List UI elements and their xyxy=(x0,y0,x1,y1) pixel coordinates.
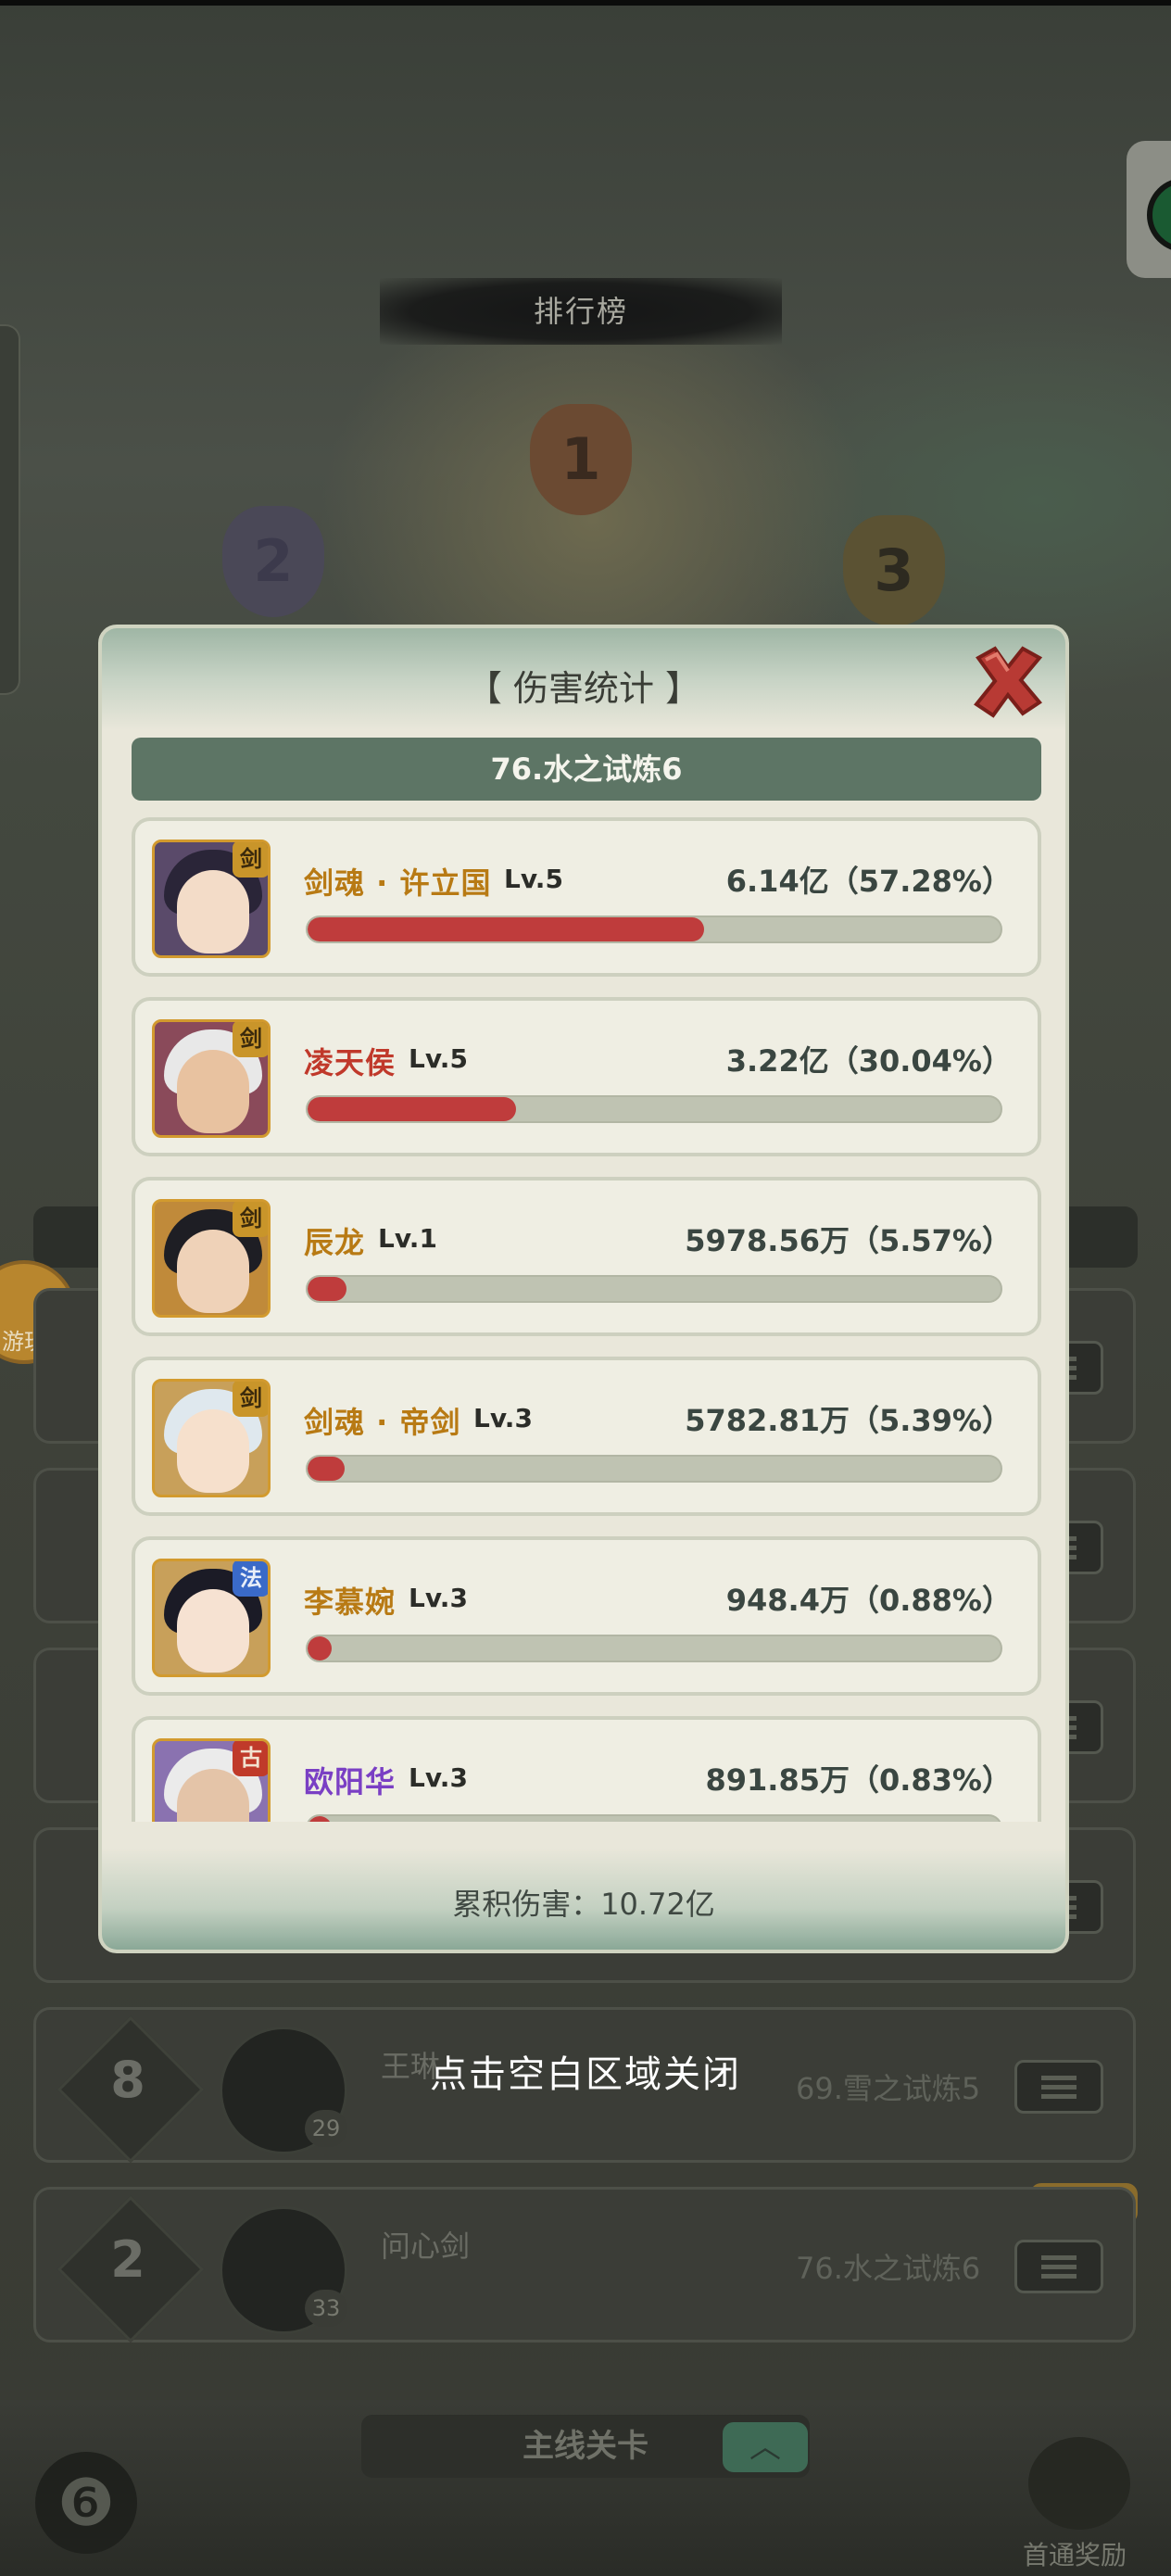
corner-menu-icon xyxy=(1147,178,1171,252)
damage-progress-fill xyxy=(308,1097,516,1121)
total-damage: 累积伤害：10.72亿 xyxy=(452,1887,715,1922)
damage-value: 6.14亿（57.28%） xyxy=(725,864,1012,899)
damage-value: 5978.56万（5.57%） xyxy=(685,1223,1012,1258)
hero-class-badge: 剑 xyxy=(233,1202,268,1237)
damage-progress-bar xyxy=(306,1455,1002,1483)
damage-progress-fill xyxy=(308,1636,333,1661)
row-detail-button[interactable] xyxy=(1014,2240,1103,2293)
top-edge xyxy=(0,0,1171,6)
hero-face xyxy=(177,1409,249,1493)
hero-face xyxy=(177,1050,249,1133)
player-stage: 76.水之试炼6 xyxy=(796,2251,981,2286)
hero-portrait[interactable]: 法 xyxy=(152,1559,271,1677)
bottom-bar: ❻ 主线关卡 ︿ 首通奖励 xyxy=(0,2400,1171,2576)
hero-class-badge: 剑 xyxy=(233,1382,268,1417)
hero-class-badge: 古 xyxy=(233,1741,268,1776)
left-side-panel xyxy=(0,324,20,695)
hero-class-badge: 法 xyxy=(233,1561,268,1597)
hero-name: 李慕婉 xyxy=(304,1585,397,1620)
hero-name: 辰龙 xyxy=(304,1225,366,1260)
leaderboard-title: 排行榜 xyxy=(380,278,782,345)
hero-level: Lv.5 xyxy=(504,864,563,894)
damage-progress-bar xyxy=(306,1635,1002,1662)
stage-banner: 76.水之试炼6 xyxy=(132,738,1041,801)
damage-progress-fill xyxy=(308,1816,333,1822)
hero-face xyxy=(177,870,249,953)
damage-progress-bar xyxy=(306,1095,1002,1123)
expand-up-button[interactable]: ︿ xyxy=(723,2422,808,2472)
first-clear-reward-label[interactable]: 首通奖励 xyxy=(1023,2535,1127,2572)
damage-progress-fill xyxy=(308,917,705,941)
damage-row: 剑剑魂 · 许立国 Lv.5 6.14亿（57.28%） xyxy=(132,817,1041,977)
damage-row: 剑剑魂 · 帝剑 Lv.3 5782.81万（5.39%） xyxy=(132,1357,1041,1516)
damage-progress-bar xyxy=(306,915,1002,943)
hero-class-badge: 剑 xyxy=(233,1022,268,1057)
hero-level: Lv.1 xyxy=(378,1223,437,1254)
damage-list[interactable]: 剑剑魂 · 许立国 Lv.5 6.14亿（57.28%）剑凌天侯 Lv.5 3.22亿（… xyxy=(132,817,1043,1822)
reward-fox-icon[interactable] xyxy=(1028,2437,1130,2530)
damage-row: 法李慕婉 Lv.3 948.4万（0.88%） xyxy=(132,1536,1041,1696)
hero-face xyxy=(177,1589,249,1673)
medal-first: 1 xyxy=(530,404,632,515)
dialog-title: 【 伤害统计 】 xyxy=(466,668,701,709)
rank-number: 2 xyxy=(110,2230,145,2289)
player-level: 29 xyxy=(305,2110,347,2147)
table-row-self: 2 33 问心剑 76.水之试炼6 xyxy=(33,2187,1136,2343)
damage-progress-bar xyxy=(306,1814,1002,1822)
hero-portrait[interactable]: 剑 xyxy=(152,1379,271,1497)
hero-level: Lv.3 xyxy=(473,1403,533,1433)
hero-name: 凌天侯 xyxy=(304,1045,397,1080)
medal-second: 2 xyxy=(222,506,324,617)
damage-value: 3.22亿（30.04%） xyxy=(725,1043,1012,1079)
hero-name: 剑魂 · 许立国 xyxy=(304,865,492,901)
game-logo-icon[interactable]: ❻ xyxy=(35,2452,137,2554)
medal-third: 3 xyxy=(843,515,945,626)
damage-row: 剑辰龙 Lv.1 5978.56万（5.57%） xyxy=(132,1177,1041,1336)
damage-progress-fill xyxy=(308,1277,346,1301)
damage-value: 948.4万（0.88%） xyxy=(725,1583,1012,1618)
hero-class-badge: 剑 xyxy=(233,842,268,878)
damage-row: 剑凌天侯 Lv.5 3.22亿（30.04%） xyxy=(132,997,1041,1156)
close-hint: 点击空白区域关闭 xyxy=(430,2053,741,2096)
hero-level: Lv.5 xyxy=(409,1043,468,1074)
hero-portrait[interactable]: 剑 xyxy=(152,1019,271,1138)
damage-progress-fill xyxy=(308,1457,346,1481)
damage-progress-bar xyxy=(306,1275,1002,1303)
hero-portrait[interactable]: 剑 xyxy=(152,840,271,958)
damage-value: 5782.81万（5.39%） xyxy=(685,1403,1012,1438)
hero-name: 欧阳华 xyxy=(304,1764,397,1799)
corner-menu-button[interactable] xyxy=(1127,141,1171,278)
hero-portrait[interactable]: 古 xyxy=(152,1738,271,1822)
hero-level: Lv.3 xyxy=(409,1762,468,1793)
hero-level: Lv.3 xyxy=(409,1583,468,1613)
close-icon[interactable] xyxy=(967,641,1047,721)
hero-portrait[interactable]: 剑 xyxy=(152,1199,271,1318)
hero-face xyxy=(177,1230,249,1313)
damage-value: 891.85万（0.83%） xyxy=(705,1762,1012,1798)
hero-name: 剑魂 · 帝剑 xyxy=(304,1405,461,1440)
damage-row: 古欧阳华 Lv.3 891.85万（0.83%） xyxy=(132,1716,1041,1822)
player-name: 问心剑 xyxy=(381,2229,471,2264)
damage-stats-dialog: 【 伤害统计 】 76.水之试炼6 剑剑魂 · 许立国 Lv.5 6.14亿（57.… xyxy=(98,625,1069,1953)
player-level: 33 xyxy=(305,2290,347,2327)
